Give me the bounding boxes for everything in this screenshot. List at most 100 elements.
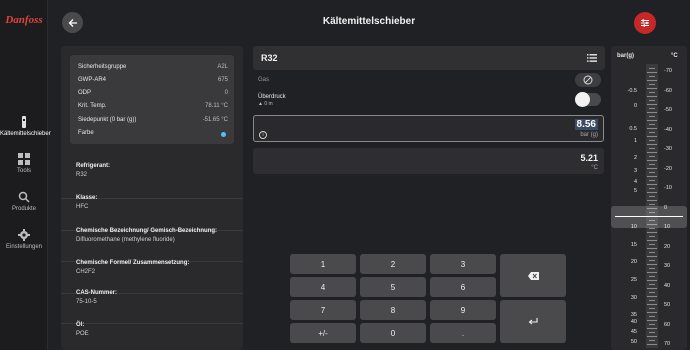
temperature-tick-label: -50 (664, 107, 672, 113)
key-5[interactable]: 5 (360, 277, 426, 297)
pressure-value: 8.56 (574, 119, 598, 130)
scale-minor-tick (649, 204, 655, 205)
temperature-tick-label: -10 (664, 185, 672, 191)
key-8[interactable]: 8 (360, 300, 426, 320)
nav-item-tools[interactable]: Tools (0, 153, 48, 174)
detail-cas-nummer: CAS-Nummer: 75-10-5 (61, 290, 243, 324)
scale-minor-tick (647, 72, 657, 73)
ueberdruck-label: Überdruck (258, 94, 286, 100)
prop-key: GWP-AR4 (78, 77, 107, 83)
pressure-tick-label: 20 (630, 259, 637, 265)
gas-label: Gas (258, 77, 270, 83)
scale-minor-tick (647, 336, 657, 337)
list-icon[interactable] (587, 53, 597, 63)
scale-minor-tick (649, 228, 655, 229)
scale-minor-tick (647, 96, 657, 97)
temperature-tick-label: -60 (664, 87, 672, 94)
pressure-tick-label: 1 (633, 138, 637, 144)
info-icon[interactable]: i (259, 131, 267, 139)
key-2[interactable]: 2 (360, 254, 426, 274)
pressure-tick-label: 4 (633, 179, 637, 185)
detail-label: CAS-Nummer: (76, 290, 118, 296)
scale-header-temperature: °C (671, 53, 678, 59)
scale-minor-tick (647, 312, 657, 313)
scale-minor-tick (649, 340, 655, 341)
prop-key: Siedepunkt (0 bar (g)) (78, 117, 137, 123)
detail-oel: Öl: POE (61, 322, 243, 350)
pressure-tick-label: 15 (630, 242, 637, 248)
scale-minor-tick (647, 256, 657, 257)
filter-settings-button[interactable] (634, 12, 656, 34)
scale-cursor[interactable] (611, 206, 687, 228)
refrigerant-color-dot (221, 132, 226, 137)
pressure-tick-label: 40 (630, 319, 637, 325)
scale-minor-tick (649, 148, 655, 149)
cursor-line (615, 216, 683, 217)
key-3[interactable]: 3 (430, 254, 496, 274)
scale-minor-tick (649, 108, 655, 109)
scale-minor-tick (649, 124, 655, 125)
key-1[interactable]: 1 (290, 254, 356, 274)
detail-refrigerant: Refrigerant: R32 (61, 163, 243, 199)
nav-item-kaeltemittelschieber[interactable]: Kältemittelschieber (0, 116, 51, 137)
prop-row: ODP 0 (78, 90, 228, 102)
pressure-tick-label: 30 (630, 295, 637, 301)
disabled-icon (583, 75, 593, 85)
detail-value: CH2F2 (76, 269, 96, 275)
refrigerant-info-panel: Sicherheitsgruppe A2L GWP-AR4 675 ODP 0 Kri… (61, 46, 243, 350)
temperature-tick-label: 20 (664, 243, 671, 250)
gas-toggle[interactable] (575, 73, 601, 87)
scale-minor-tick (649, 308, 655, 309)
key-decimal[interactable]: . (430, 323, 496, 343)
prop-value: 675 (217, 77, 228, 83)
key-7[interactable]: 7 (290, 300, 356, 320)
scale-minor-tick (649, 244, 655, 245)
key-0[interactable]: 0 (360, 323, 426, 343)
detail-label: Öl: (76, 322, 85, 328)
nav-item-einstellungen[interactable]: Einstellungen (0, 229, 48, 250)
scale-minor-tick (647, 104, 657, 105)
pressure-tick-label: 5 (633, 188, 637, 194)
key-9[interactable]: 9 (430, 300, 496, 320)
header: Kältemittelschieber (48, 0, 690, 44)
enter-button[interactable] (500, 300, 566, 343)
pressure-unit: bar (g) (580, 132, 598, 138)
scale-minor-tick (649, 156, 655, 157)
scale-minor-tick (649, 68, 655, 69)
prop-key: Sicherheitsgruppe (78, 64, 127, 70)
pressure-input[interactable]: i 8.56 bar (g) (253, 115, 604, 142)
temperature-output[interactable]: 5.21 °C (253, 148, 604, 174)
backspace-button[interactable] (500, 254, 566, 297)
page-title: Kältemittelschieber (322, 16, 416, 27)
ueberdruck-toggle[interactable] (575, 92, 601, 107)
detail-label: Chemische Formel/ Zusammensetzung: (76, 260, 190, 266)
refrigerant-selector[interactable]: R32 (253, 46, 605, 70)
scale-minor-tick (649, 92, 655, 93)
nav-item-produkte[interactable]: Produkte (0, 191, 48, 212)
scale-minor-tick (647, 264, 657, 265)
scale-minor-tick (647, 120, 657, 121)
scale-minor-tick (649, 84, 655, 85)
key-6[interactable]: 6 (430, 277, 496, 297)
scale-minor-tick (647, 272, 657, 273)
scale-minor-tick (647, 160, 657, 161)
backspace-icon (527, 271, 539, 280)
scale-minor-tick (647, 128, 657, 129)
scale-minor-tick (649, 276, 655, 277)
temperature-tick-label: 30 (664, 263, 671, 269)
temperature-tick-label: 70 (664, 341, 671, 347)
scale-header-pressure: bar(g) (617, 53, 634, 59)
scale-slider[interactable]: bar(g) °C -0.5 0 0.5 1 2 3 4 5 10 15 20 25 30 35 40 45 5… (611, 46, 687, 350)
key-4[interactable]: 4 (290, 277, 356, 297)
scale-minor-tick (647, 304, 657, 305)
key-plus-minus[interactable]: +/- (290, 323, 356, 343)
scale-minor-tick (647, 344, 657, 345)
scale-minor-tick (649, 324, 655, 325)
pressure-tick-label: -0.5 (627, 88, 637, 94)
prop-value: 0 (224, 90, 228, 96)
prop-key: Farbe (78, 130, 94, 136)
prop-key: Krit. Temp. (78, 103, 107, 109)
scale-minor-tick (649, 100, 655, 101)
scale-minor-tick (647, 288, 657, 289)
pressure-tick-label: 35 (630, 312, 637, 318)
